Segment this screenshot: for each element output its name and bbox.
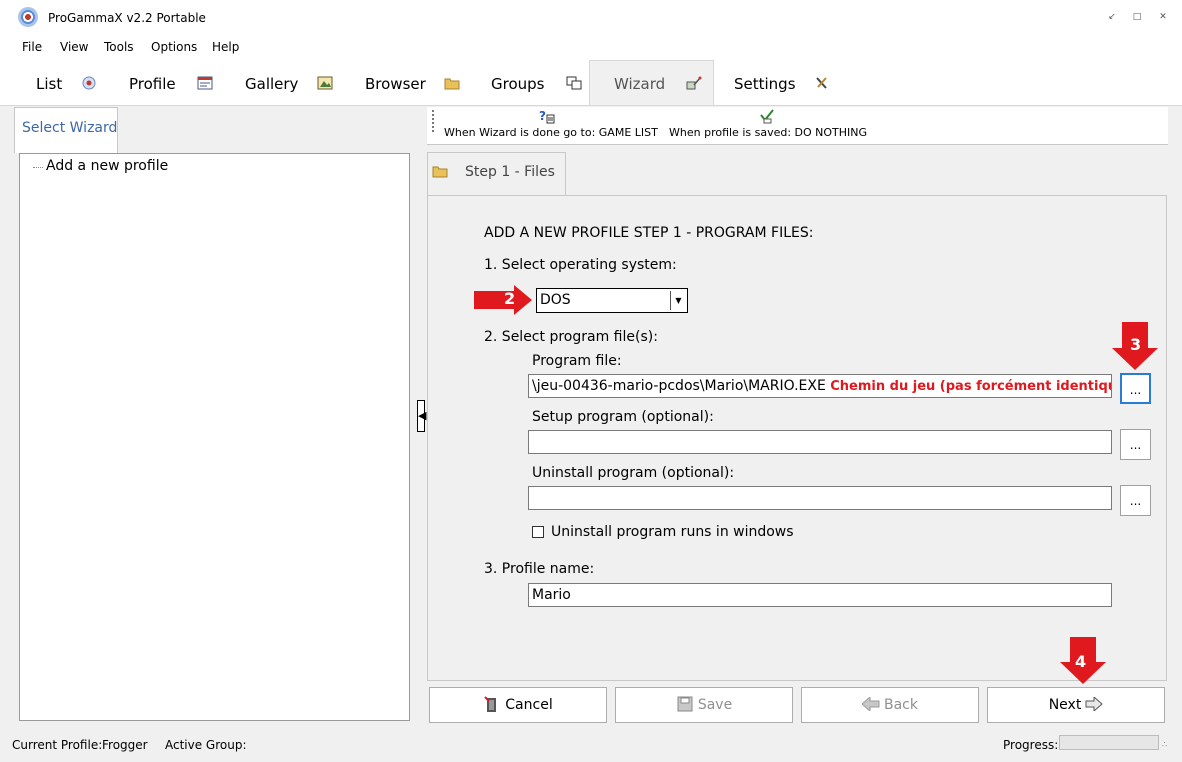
setup-program-field[interactable] xyxy=(528,430,1112,454)
cancel-button[interactable]: Cancel xyxy=(429,687,607,723)
form-heading: ADD A NEW PROFILE STEP 1 - PROGRAM FILES… xyxy=(484,225,814,241)
select-wizard-tab-label: Select Wizard xyxy=(22,120,118,136)
next-button-label: Next xyxy=(1048,697,1082,713)
tab-gallery[interactable]: Gallery xyxy=(245,72,298,96)
progress-bar xyxy=(1059,735,1159,750)
maximize-icon[interactable]: □ xyxy=(1130,11,1144,23)
uninstall-program-browse-button[interactable]: ... xyxy=(1120,485,1151,516)
tab-browser[interactable]: Browser xyxy=(365,72,426,96)
svg-text:?: ? xyxy=(539,109,546,123)
cancel-button-label: Cancel xyxy=(505,697,553,713)
resize-grip-icon[interactable]: ∴ xyxy=(1162,740,1167,749)
wizard-done-setting[interactable]: When Wizard is done go to: GAME LIST xyxy=(444,126,658,139)
current-profile-value: Frogger xyxy=(102,738,148,752)
tab-list[interactable]: List xyxy=(36,72,62,96)
program-files-label: 2. Select program file(s): xyxy=(484,329,658,345)
os-select-value: DOS xyxy=(540,292,571,308)
program-file-field[interactable]: \jeu-00436-mario-pcdos\Mario\MARIO.EXE C… xyxy=(528,374,1112,398)
app-logo-icon xyxy=(18,7,38,27)
next-button[interactable]: Next xyxy=(987,687,1165,723)
profile-name-label: 3. Profile name: xyxy=(484,561,595,577)
save-button-label: Save xyxy=(697,697,733,713)
uninstall-windows-checkbox[interactable] xyxy=(532,526,544,538)
chevron-down-icon[interactable]: ▼ xyxy=(670,291,686,310)
setup-program-label: Setup program (optional): xyxy=(532,409,714,425)
os-select[interactable]: DOS xyxy=(536,288,688,313)
os-label: 1. Select operating system: xyxy=(484,257,677,273)
tools-icon xyxy=(816,77,827,89)
setup-program-browse-button[interactable]: ... xyxy=(1120,429,1151,460)
arrow-left-icon xyxy=(861,695,880,713)
menu-options[interactable]: Options xyxy=(151,40,197,54)
window-title: ProGammaX v2.2 Portable xyxy=(48,11,206,25)
arrow-right-icon xyxy=(1085,695,1104,713)
check-icon[interactable] xyxy=(759,109,775,124)
back-button-label: Back xyxy=(884,697,918,713)
groups-icon xyxy=(566,76,582,90)
menu-help[interactable]: Help xyxy=(212,40,239,54)
toolbar-grip xyxy=(432,110,434,132)
list-icon xyxy=(82,76,96,90)
folder-icon xyxy=(444,78,460,90)
annotation-number-3: 3 xyxy=(1130,335,1142,354)
save-icon xyxy=(677,696,693,712)
uninstall-program-field[interactable] xyxy=(528,486,1112,510)
tab-groups[interactable]: Groups xyxy=(491,72,544,96)
minimize-icon[interactable]: ↙ xyxy=(1105,11,1119,23)
program-file-annotation: Chemin du jeu (pas forcément identique) xyxy=(830,379,1112,394)
tab-profile[interactable]: Profile xyxy=(129,72,176,96)
wizard-icon xyxy=(686,76,702,90)
progress-label: Progress: xyxy=(1003,738,1059,752)
uninstall-program-label: Uninstall program (optional): xyxy=(532,465,735,481)
tree-connector xyxy=(33,167,43,168)
menu-view[interactable]: View xyxy=(60,40,88,54)
tab-wizard[interactable]: Wizard xyxy=(614,72,665,96)
program-file-label: Program file: xyxy=(532,353,622,369)
uninstall-windows-label[interactable]: Uninstall program runs in windows xyxy=(551,524,794,540)
current-profile-label: Current Profile: xyxy=(12,738,103,752)
tab-settings[interactable]: Settings xyxy=(734,72,796,96)
menu-file[interactable]: File xyxy=(22,40,42,54)
tree-item-add-profile[interactable]: Add a new profile xyxy=(46,158,168,174)
profile-saved-setting[interactable]: When profile is saved: DO NOTHING xyxy=(669,126,867,139)
menu-tools[interactable]: Tools xyxy=(104,40,134,54)
active-group-label: Active Group: xyxy=(165,738,247,752)
tab-divider xyxy=(0,105,1182,106)
step-1-tab-label: Step 1 - Files xyxy=(465,164,555,180)
program-file-browse-button[interactable]: ... xyxy=(1120,373,1151,404)
program-file-value: \jeu-00436-mario-pcdos\Mario\MARIO.EXE xyxy=(532,378,826,394)
wizard-tree xyxy=(19,153,410,721)
back-button[interactable]: Back xyxy=(801,687,979,723)
panel-splitter-collapse[interactable]: ◀ xyxy=(417,400,426,432)
save-button[interactable]: Save xyxy=(615,687,793,723)
help-list-icon[interactable]: ? xyxy=(539,109,555,124)
folder-icon xyxy=(432,166,448,178)
gallery-icon xyxy=(317,76,333,90)
profile-icon xyxy=(197,76,213,90)
cancel-door-icon xyxy=(484,696,497,712)
annotation-number-4: 4 xyxy=(1075,652,1087,671)
profile-name-field[interactable]: Mario xyxy=(528,583,1112,607)
close-icon[interactable]: ✕ xyxy=(1156,11,1170,23)
annotation-number-2: 2 xyxy=(504,289,516,308)
